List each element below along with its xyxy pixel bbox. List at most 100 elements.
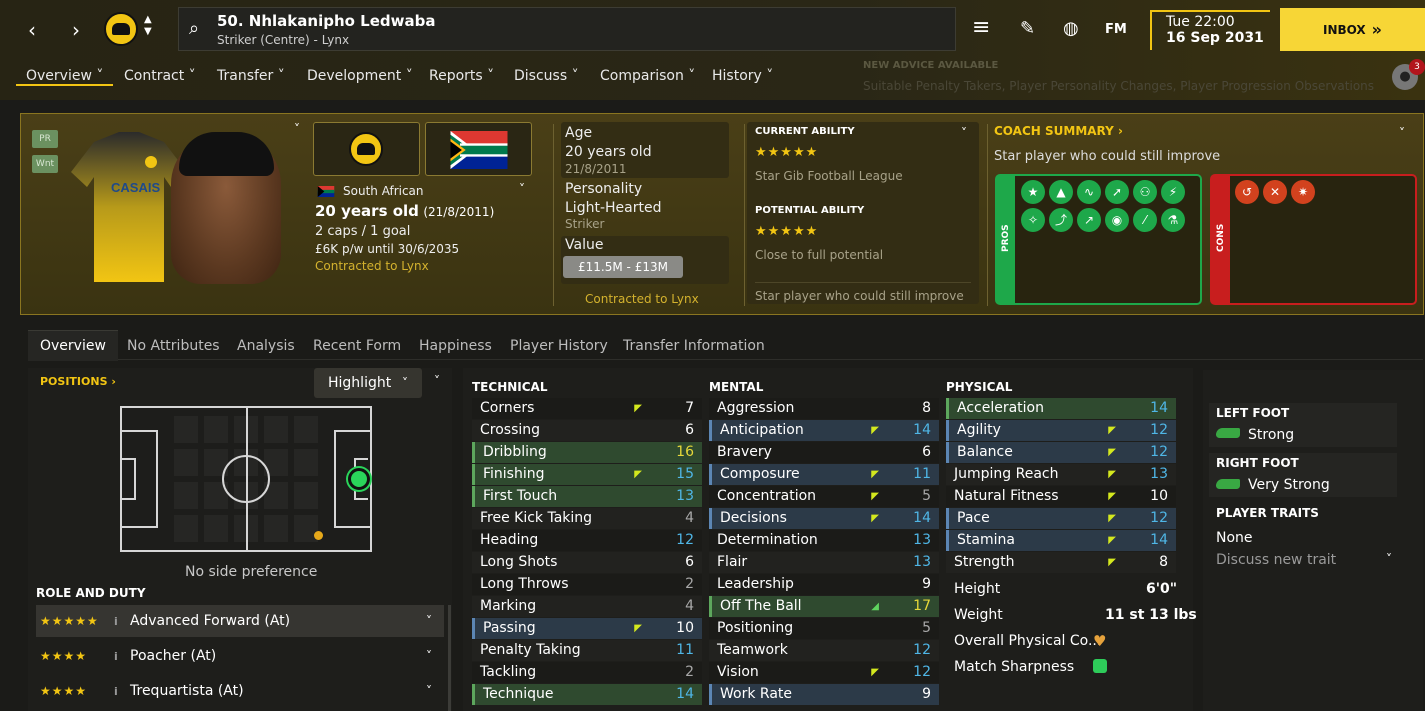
attribute-row[interactable]: Jumping Reach ◤ 13 [946, 464, 1176, 485]
menu-overview[interactable]: Overview ˅ [16, 68, 114, 86]
pencil-icon[interactable]: ✎ [1020, 18, 1035, 39]
attribute-row[interactable]: Composure ◤ 11 [709, 464, 939, 485]
tag-wnt[interactable]: Wnt [32, 155, 58, 173]
attribute-row[interactable]: Decisions ◤ 14 [709, 508, 939, 529]
head-icon[interactable]: ◉ [1105, 208, 1129, 232]
chevron-down-icon[interactable]: ˅ [1399, 126, 1405, 140]
chevron-down-icon[interactable]: ˅ [961, 126, 967, 140]
agility-icon[interactable]: ✧ [1021, 208, 1045, 232]
attribute-row[interactable]: Teamwork 12 [709, 640, 939, 661]
menu-history[interactable]: History ˅ [712, 68, 773, 84]
attribute-row[interactable]: Determination 13 [709, 530, 939, 551]
tab-no-attributes[interactable]: No Attributes [127, 338, 220, 354]
role-row[interactable]: ★★★★ i Trequartista (At) ˅ [36, 675, 444, 707]
chevron-down-icon[interactable]: ˅ [434, 374, 440, 388]
attribute-row[interactable]: Long Throws 2 [472, 574, 702, 595]
scrollbar[interactable] [448, 605, 451, 711]
injury-icon[interactable]: ✕ [1263, 180, 1287, 204]
lightning-icon[interactable]: ⚡ [1161, 180, 1185, 204]
tag-pr[interactable]: PR [32, 130, 58, 148]
value-range[interactable]: £11.5M - £13M [563, 256, 683, 278]
contract-status[interactable]: Contracted to Lynx [315, 259, 429, 273]
tab-transfer-information[interactable]: Transfer Information [623, 338, 765, 354]
attribute-row[interactable]: Strength ◤ 8 [946, 552, 1176, 573]
discuss-trait-dropdown[interactable]: Discuss new trait ˅ [1216, 552, 1392, 572]
info-icon[interactable]: i [114, 676, 130, 708]
attribute-row[interactable]: Marking 4 [472, 596, 702, 617]
cones-icon[interactable]: ▲ [1049, 180, 1073, 204]
tab-analysis[interactable]: Analysis [237, 338, 295, 354]
jump-icon[interactable]: ⤴ [1049, 208, 1073, 232]
chevron-down-icon[interactable]: ˅ [426, 640, 432, 672]
menu-comparison[interactable]: Comparison ˅ [600, 68, 695, 84]
tab-recent-form[interactable]: Recent Form [313, 338, 401, 354]
role-row[interactable]: ★★★★ i Poacher (At) ˅ [36, 640, 444, 672]
menu-discuss[interactable]: Discuss ˅ [514, 68, 579, 84]
attribute-row[interactable]: Leadership 9 [709, 574, 939, 595]
role-row[interactable]: ★★★★★ i Advanced Forward (At) ˅ [36, 605, 444, 637]
attribute-row[interactable]: Finishing ◤ 15 [472, 464, 702, 485]
attribute-row[interactable]: Penalty Taking 11 [472, 640, 702, 661]
attribute-row[interactable]: Stamina ◤ 14 [946, 530, 1176, 551]
attribute-row[interactable]: First Touch 13 [472, 486, 702, 507]
nation-chevron-icon[interactable]: ˅ [519, 182, 525, 196]
attribute-row[interactable]: Crossing 6 [472, 420, 702, 441]
inbox-button[interactable]: INBOX » [1280, 8, 1425, 51]
menu-transfer[interactable]: Transfer ˅ [217, 68, 285, 84]
stamina-icon[interactable]: ∿ [1077, 180, 1101, 204]
dribble-icon[interactable]: ⚇ [1133, 180, 1157, 204]
club-badge-box[interactable] [313, 122, 420, 176]
menu-reports[interactable]: Reports ˅ [429, 68, 494, 84]
star-icon[interactable]: ★ [1021, 180, 1045, 204]
attribute-row[interactable]: Natural Fitness ◤ 10 [946, 486, 1176, 507]
attribute-row[interactable]: Positioning 5 [709, 618, 939, 639]
search-bar[interactable]: ⌕ 50. Nhlakanipho Ledwaba Striker (Centr… [178, 7, 956, 51]
attribute-row[interactable]: Passing ◤ 10 [472, 618, 702, 639]
attribute-row[interactable]: Dribbling 16 [472, 442, 702, 463]
pitch-icon[interactable]: ⁄ [1133, 208, 1157, 232]
menu-contract[interactable]: Contract ˅ [124, 68, 196, 84]
chevron-down-icon[interactable]: ˅ [426, 675, 432, 707]
search-icon[interactable]: ⌕ [189, 18, 199, 39]
striker-position-marker[interactable] [348, 468, 370, 490]
attribute-row[interactable]: Aggression 8 [709, 398, 939, 419]
attribute-row[interactable]: Free Kick Taking 4 [472, 508, 702, 529]
hamburger-menu-icon[interactable]: ≡ [972, 15, 990, 40]
club-logo[interactable] [104, 12, 138, 46]
advice-text[interactable]: Suitable Penalty Takers, Player Personal… [863, 79, 1374, 93]
chevron-updown-icon[interactable]: ▲ ▼ [144, 14, 152, 38]
attribute-row[interactable]: Acceleration 14 [946, 398, 1176, 419]
attribute-row[interactable]: Corners ◤ 7 [472, 398, 702, 419]
contract-status-2[interactable]: Contracted to Lynx [585, 292, 699, 306]
attribute-row[interactable]: Agility ◤ 12 [946, 420, 1176, 441]
attribute-row[interactable]: Off The Ball ◢ 17 [709, 596, 939, 617]
tab-overview[interactable]: Overview [28, 330, 118, 361]
coach-summary-title[interactable]: COACH SUMMARY › [994, 124, 1123, 138]
speed-icon[interactable]: ➚ [1105, 180, 1129, 204]
attribute-row[interactable]: Long Shots 6 [472, 552, 702, 573]
globe-icon[interactable]: ◍ [1063, 18, 1079, 39]
attribute-row[interactable]: Balance ◤ 12 [946, 442, 1176, 463]
attribute-row[interactable]: Work Rate 9 [709, 684, 939, 705]
chevron-down-icon[interactable]: ˅ [426, 605, 432, 637]
attribute-row[interactable]: Technique 14 [472, 684, 702, 705]
attribute-row[interactable]: Bravery 6 [709, 442, 939, 463]
nationality[interactable]: South African [343, 184, 424, 198]
date-time[interactable]: Tue 22:00 16 Sep 2031 [1150, 10, 1270, 50]
highlight-dropdown[interactable]: Highlight ˅ [314, 368, 422, 398]
attribute-row[interactable]: Vision ◤ 12 [709, 662, 939, 683]
hook-icon[interactable]: ↺ [1235, 180, 1259, 204]
tab-happiness[interactable]: Happiness [419, 338, 492, 354]
forward-button[interactable]: › [64, 18, 88, 42]
attribute-row[interactable]: Flair 13 [709, 552, 939, 573]
positions-title[interactable]: POSITIONS › [40, 375, 116, 388]
menu-development[interactable]: Development ˅ [307, 68, 413, 84]
attribute-row[interactable]: Pace ◤ 12 [946, 508, 1176, 529]
flask-icon[interactable]: ⚗ [1161, 208, 1185, 232]
tab-player-history[interactable]: Player History [510, 338, 608, 354]
attribute-row[interactable]: Tackling 2 [472, 662, 702, 683]
chevron-down-icon[interactable]: ˅ [294, 122, 300, 136]
pain-icon[interactable]: ✷ [1291, 180, 1315, 204]
nation-flag-box[interactable] [425, 122, 532, 176]
info-icon[interactable]: i [114, 641, 130, 673]
